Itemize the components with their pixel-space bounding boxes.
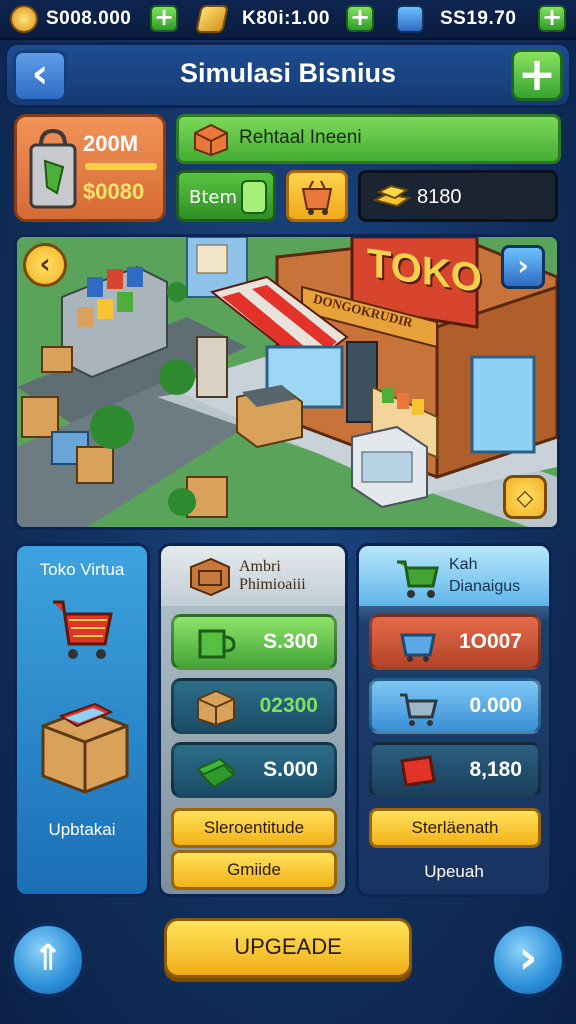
shelf-value: 1O007 bbox=[458, 630, 522, 653]
plus-icon: + bbox=[517, 47, 557, 101]
up-arrow-icon: ⇑ bbox=[32, 938, 64, 979]
shelf-row[interactable]: 8,180 bbox=[369, 742, 541, 798]
cart-icon bbox=[400, 693, 438, 726]
upload-stats-button[interactable]: ⇑ bbox=[10, 922, 86, 998]
gem-chest-icon bbox=[396, 5, 424, 33]
header: ‹ Simulasi Bisnius + bbox=[4, 42, 572, 108]
products-panel: Ambri Phimioaiii S.300 02300 S.000 Slero… bbox=[158, 543, 348, 897]
product-price: S.000 bbox=[263, 758, 318, 781]
shelf-row[interactable]: 0.000 bbox=[369, 678, 541, 734]
product-price: S.300 bbox=[263, 630, 318, 653]
page-title: Simulasi Bisnius bbox=[179, 58, 397, 88]
basket-icon bbox=[301, 180, 333, 215]
shelves-action-button[interactable]: Sterläenath bbox=[369, 808, 541, 848]
info-banner: Rehtaal Ineeni bbox=[176, 114, 561, 164]
product-row[interactable]: 02300 bbox=[171, 678, 337, 734]
chip-label: Btem bbox=[189, 187, 238, 208]
shopping-cart-icon bbox=[53, 600, 113, 659]
shelves-panel: Kah Dianaigus 1O007 0.000 8,180 Sterläen… bbox=[356, 543, 552, 897]
products-title-line1: Ambri bbox=[239, 558, 281, 575]
gold-resource: K80i:1.00 bbox=[195, 4, 330, 34]
chevron-left-icon: ‹ bbox=[31, 51, 49, 97]
gold-value: K80i:1.00 bbox=[242, 8, 330, 29]
diamond-icon: ◇ bbox=[516, 486, 534, 511]
shopping-bag-icon bbox=[29, 128, 77, 209]
cash-icon bbox=[196, 757, 236, 789]
scene-next-button[interactable]: › bbox=[501, 245, 545, 289]
panel-left-title: Toko Virtua bbox=[39, 560, 125, 579]
gems-value: SS19.70 bbox=[440, 8, 517, 29]
chevron-left-icon: ‹ bbox=[39, 247, 51, 280]
chevron-right-icon: › bbox=[517, 249, 529, 282]
gold-bar-icon bbox=[195, 5, 229, 33]
mug-icon bbox=[198, 629, 236, 659]
shop-scene[interactable]: TOKO DONGOKRUDIR ‹ › ◇ bbox=[14, 234, 560, 530]
shelves-title-line1: Kah bbox=[449, 556, 478, 573]
panel-left-footer: Upbtakai bbox=[48, 820, 116, 839]
open-box-icon bbox=[41, 702, 129, 794]
product-row[interactable]: S.300 bbox=[171, 614, 337, 670]
money-progress-bar bbox=[85, 163, 157, 170]
toggle-switch[interactable] bbox=[241, 180, 267, 214]
products-title-line2: Phimioaiii bbox=[239, 576, 306, 593]
add-button[interactable]: + bbox=[511, 49, 563, 101]
gold-bars-icon bbox=[373, 184, 411, 208]
add-coins-button[interactable]: + bbox=[150, 5, 178, 32]
scene-prev-button[interactable]: ‹ bbox=[23, 243, 67, 287]
item-toggle-chip[interactable]: Btem bbox=[176, 170, 276, 222]
cardboard-box-icon bbox=[197, 689, 235, 727]
banner-text: Rehtaal Ineeni bbox=[239, 127, 362, 148]
upgrade-button[interactable]: UPGEADE bbox=[164, 918, 412, 978]
products-action-button[interactable]: Sleroentitude bbox=[171, 808, 337, 848]
chevron-right-icon: › bbox=[518, 930, 538, 984]
gold-stock-chip: 8180 bbox=[358, 170, 558, 222]
scene-action-button[interactable]: ◇ bbox=[503, 475, 547, 519]
shelves-title-line2: Dianaigus bbox=[449, 578, 521, 595]
gold-coin-icon bbox=[10, 5, 38, 33]
crate-icon bbox=[190, 557, 230, 597]
products-panel-header: Ambri Phimioaiii bbox=[161, 546, 345, 606]
product-row[interactable]: S.000 bbox=[171, 742, 337, 798]
back-button[interactable]: ‹ bbox=[13, 50, 67, 102]
green-cart-icon bbox=[397, 560, 439, 598]
products-secondary-button[interactable]: Gmiide bbox=[171, 850, 337, 890]
gems-resource: SS19.70 bbox=[396, 4, 516, 34]
shelf-row[interactable]: 1O007 bbox=[369, 614, 541, 670]
product-price: 02300 bbox=[259, 694, 318, 717]
money-secondary: $0080 bbox=[83, 179, 145, 204]
basket-button[interactable] bbox=[286, 170, 348, 222]
shelf-value: 0.000 bbox=[469, 694, 522, 717]
shelves-footer: Upeuah bbox=[424, 862, 484, 881]
shop-stats-card[interactable]: 200M $0080 bbox=[14, 114, 166, 222]
shelves-panel-header: Kah Dianaigus bbox=[359, 546, 549, 606]
resource-bar: S008.000 + K80i:1.00 + SS19.70 + bbox=[0, 0, 576, 40]
shelf-value: 8,180 bbox=[469, 758, 522, 781]
money-primary: 200M bbox=[83, 131, 139, 156]
box-icon bbox=[194, 123, 228, 157]
red-basket-icon bbox=[400, 755, 436, 787]
next-button[interactable]: › bbox=[490, 922, 566, 998]
coins-value: S008.000 bbox=[46, 8, 132, 29]
add-gold-button[interactable]: + bbox=[346, 5, 374, 32]
coins-resource: S008.000 bbox=[10, 4, 131, 34]
blue-basket-icon bbox=[400, 633, 436, 662]
gold-stock-value: 8180 bbox=[417, 186, 462, 208]
virtual-shop-panel[interactable]: Toko Virtua Upbtakai bbox=[14, 543, 150, 897]
add-gems-button[interactable]: + bbox=[538, 5, 566, 32]
